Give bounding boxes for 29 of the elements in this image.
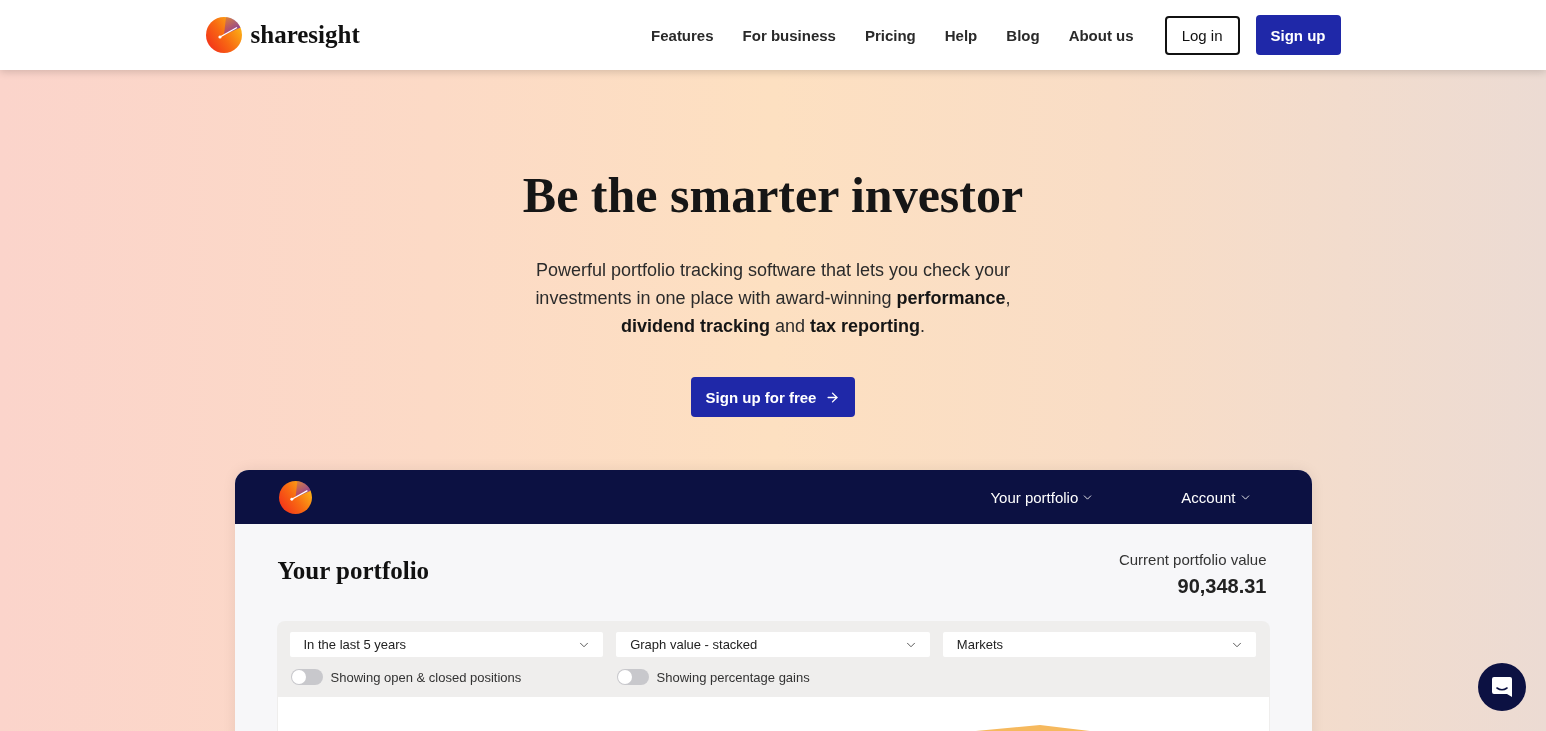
brand-name[interactable]: sharesight <box>250 21 360 49</box>
dropdown-select[interactable]: In the last 5 years <box>289 632 604 657</box>
logo-icon[interactable] <box>205 17 242 53</box>
nav-link[interactable]: Blog <box>1006 26 1040 44</box>
toggle-label: Showing percentage gains <box>656 669 810 685</box>
portfolio-title: Your portfolio <box>277 556 430 586</box>
portfolio-value: 90,348.31 <box>1177 574 1267 599</box>
dropdown-select[interactable]: Markets <box>942 632 1257 657</box>
chat-icon <box>1491 676 1513 698</box>
nav-link[interactable]: Features <box>651 26 714 44</box>
dropdown-select[interactable]: Graph value - stacked <box>616 632 930 657</box>
portfolio-value-label: Current portfolio value <box>1118 550 1267 570</box>
menu-button[interactable]: Account <box>1181 488 1252 506</box>
login-button[interactable]: Log in <box>1164 15 1240 55</box>
signup-free-button[interactable]: Sign up for free <box>690 377 856 417</box>
signup-button[interactable]: Sign up <box>1255 15 1341 55</box>
chat-button[interactable] <box>1478 663 1526 711</box>
nav-link[interactable]: About us <box>1068 26 1134 44</box>
toggle-switch[interactable] <box>616 669 649 685</box>
toggle-switch[interactable] <box>290 669 323 685</box>
toggle-label: Showing open & closed positions <box>330 669 522 685</box>
logo-icon[interactable] <box>278 480 312 514</box>
menu-button[interactable]: Your portfolio <box>990 488 1095 506</box>
nav-link[interactable]: For business <box>742 26 836 44</box>
nav-link[interactable]: Help <box>944 26 978 44</box>
hero-title: Be the smarter investor <box>521 166 1025 225</box>
hero-description: Powerful portfolio tracking software that lets you check your investments in one place with award-winning performance, dividend tracking and tax reporting. <box>534 259 1012 338</box>
arrow-right-icon <box>825 389 841 405</box>
nav-link[interactable]: Pricing <box>864 26 916 44</box>
